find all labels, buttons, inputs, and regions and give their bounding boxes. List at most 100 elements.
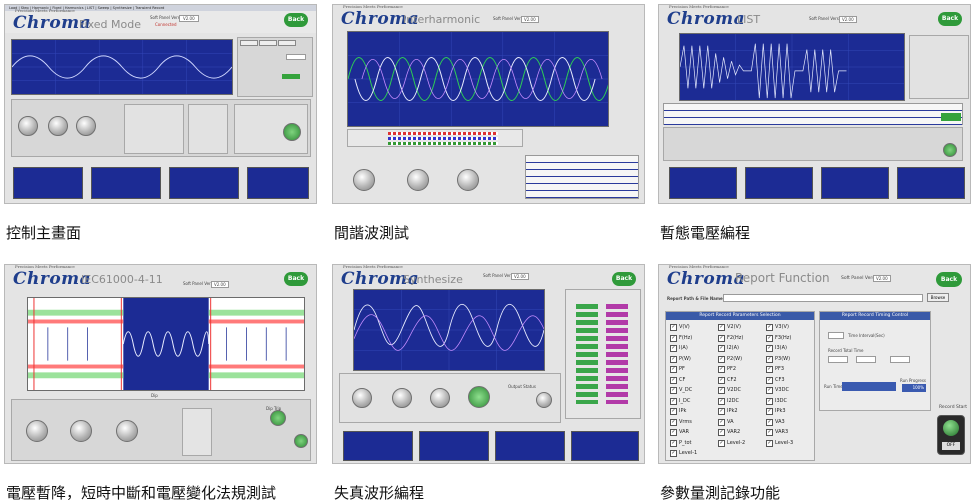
mini-plot-1: [343, 431, 413, 461]
param-checkbox[interactable]: I2(A): [718, 345, 739, 352]
version-value: V2.00: [521, 16, 539, 23]
param-checkbox[interactable]: V3DC: [766, 387, 789, 394]
mode-title: Synthesize: [403, 273, 463, 286]
synth-knob-3[interactable]: [430, 388, 450, 408]
param-checkbox[interactable]: V_DC: [670, 387, 692, 394]
param-checkbox[interactable]: F(Hz): [670, 335, 692, 342]
param-checkbox[interactable]: I_DC: [670, 398, 690, 405]
param-checkbox[interactable]: I3(A): [766, 345, 787, 352]
browse-button[interactable]: Browse: [927, 293, 949, 302]
param-checkbox[interactable]: F2(Hz): [718, 335, 743, 342]
ih-knob-3[interactable]: [457, 169, 479, 191]
mini-plot-3: [821, 167, 889, 199]
iec-slider-panel[interactable]: [182, 408, 212, 456]
phase-field[interactable]: [286, 54, 306, 60]
harmonic-bars-panel: [347, 129, 523, 147]
mini-plot-4: [571, 431, 639, 461]
record-start-button[interactable]: OFF: [937, 415, 965, 455]
control-panel: [11, 99, 311, 157]
param-checkbox[interactable]: F3(Hz): [766, 335, 791, 342]
back-button[interactable]: Back: [936, 272, 962, 287]
ih-knob-2[interactable]: [407, 169, 429, 191]
param-checkbox[interactable]: PF2: [718, 366, 736, 373]
param-checkbox[interactable]: PF: [670, 366, 685, 373]
list-sequence-table: [663, 103, 963, 125]
synth-output-switch[interactable]: [536, 392, 552, 408]
param-checkbox[interactable]: V2(V): [718, 324, 741, 331]
back-button[interactable]: Back: [284, 272, 308, 286]
synth-knob-2[interactable]: [392, 388, 412, 408]
frequency-knob[interactable]: [48, 116, 68, 136]
param-checkbox[interactable]: VAR: [670, 429, 689, 436]
param-checkbox[interactable]: VAR2: [718, 429, 740, 436]
dip-trip-switch[interactable]: [270, 410, 286, 426]
version-value: V2.00: [211, 281, 229, 288]
minute-input[interactable]: [856, 356, 876, 363]
version-value: V2.00: [873, 275, 891, 282]
main-waveform-plot: [11, 39, 233, 95]
back-button[interactable]: Back: [938, 12, 962, 26]
record-start-label: Record Start: [939, 405, 967, 410]
param-checkbox[interactable]: Level-1: [670, 450, 697, 457]
param-checkbox[interactable]: V(V): [670, 324, 690, 331]
param-checkbox[interactable]: VA3: [766, 419, 785, 426]
param-checkbox[interactable]: CF3: [766, 377, 785, 384]
param-checkbox[interactable]: I(A): [670, 345, 688, 352]
synth-knob-1[interactable]: [352, 388, 372, 408]
back-button[interactable]: Back: [284, 13, 308, 27]
synth-freq-knob[interactable]: [468, 386, 490, 408]
output-switch[interactable]: [283, 123, 301, 141]
time-interval-input[interactable]: [828, 332, 844, 339]
back-button[interactable]: Back: [612, 272, 636, 286]
ih-knob-1[interactable]: [353, 169, 375, 191]
second-input[interactable]: [890, 356, 910, 363]
limits-panel: [124, 104, 184, 154]
tile-iec: Chroma Precision Meets Performance IEC610…: [4, 264, 317, 464]
param-checkbox[interactable]: P(W): [670, 356, 691, 363]
param-checkbox[interactable]: CF2: [718, 377, 737, 384]
param-checkbox[interactable]: VAR3: [766, 429, 788, 436]
iec-knob-3[interactable]: [116, 420, 138, 442]
param-checkbox[interactable]: P_tot: [670, 440, 692, 447]
list-output-switch[interactable]: [943, 143, 957, 157]
param-checkbox[interactable]: CF: [670, 377, 685, 384]
param-checkbox[interactable]: IPk: [670, 408, 686, 415]
param-checkbox[interactable]: V2DC: [718, 387, 741, 394]
param-checkbox[interactable]: I2DC: [718, 398, 739, 405]
tab-couple[interactable]: [240, 40, 258, 46]
report-path-label: Report Path & File Name :: [667, 296, 726, 301]
param-checkbox[interactable]: I3DC: [766, 398, 787, 405]
phase-knob[interactable]: [76, 116, 96, 136]
param-checkbox[interactable]: Vrms: [670, 419, 692, 426]
caption-interharmonic: 間諧波測試: [334, 224, 410, 242]
param-checkbox[interactable]: VA: [718, 419, 734, 426]
report-path-input[interactable]: [723, 294, 923, 302]
param-checkbox[interactable]: Level-3: [766, 440, 793, 447]
param-checkbox[interactable]: V3(V): [766, 324, 789, 331]
status-indicator: Connected: [155, 22, 177, 27]
mini-plot-2: [419, 431, 489, 461]
interharmonic-svg: [348, 32, 608, 126]
iec-output-switch[interactable]: [294, 434, 308, 448]
iec-knob-2[interactable]: [70, 420, 92, 442]
dip-region: [123, 298, 209, 390]
hour-input[interactable]: [828, 356, 848, 363]
tile-interharmonic: Chroma Precision Meets Performance Interh…: [332, 4, 645, 204]
voltage-knob[interactable]: [18, 116, 38, 136]
record-knob: [943, 420, 959, 436]
timing-panel: Report Record Timing Control Time Interv…: [819, 311, 931, 411]
iec-knob-1[interactable]: [26, 420, 48, 442]
list-run-button[interactable]: [941, 113, 961, 121]
param-checkbox[interactable]: IPk3: [766, 408, 786, 415]
param-checkbox[interactable]: P2(W): [718, 356, 742, 363]
param-checkbox[interactable]: Level-2: [718, 440, 745, 447]
params-grid: V(V) V2(V) V3(V) F(Hz) F2(Hz) F3(Hz) I(A) I2(A)…: [670, 324, 814, 460]
report-header: Chroma Precision Meets Performance Report…: [659, 265, 970, 291]
tab-degree[interactable]: [259, 40, 277, 46]
param-checkbox[interactable]: PF3: [766, 366, 784, 373]
param-checkbox[interactable]: P3(W): [766, 356, 790, 363]
mini-plot-2: [745, 167, 813, 199]
param-checkbox[interactable]: IPk2: [718, 408, 738, 415]
tab-sync[interactable]: [278, 40, 296, 46]
tile-report: Chroma Precision Meets Performance Report…: [658, 264, 971, 464]
